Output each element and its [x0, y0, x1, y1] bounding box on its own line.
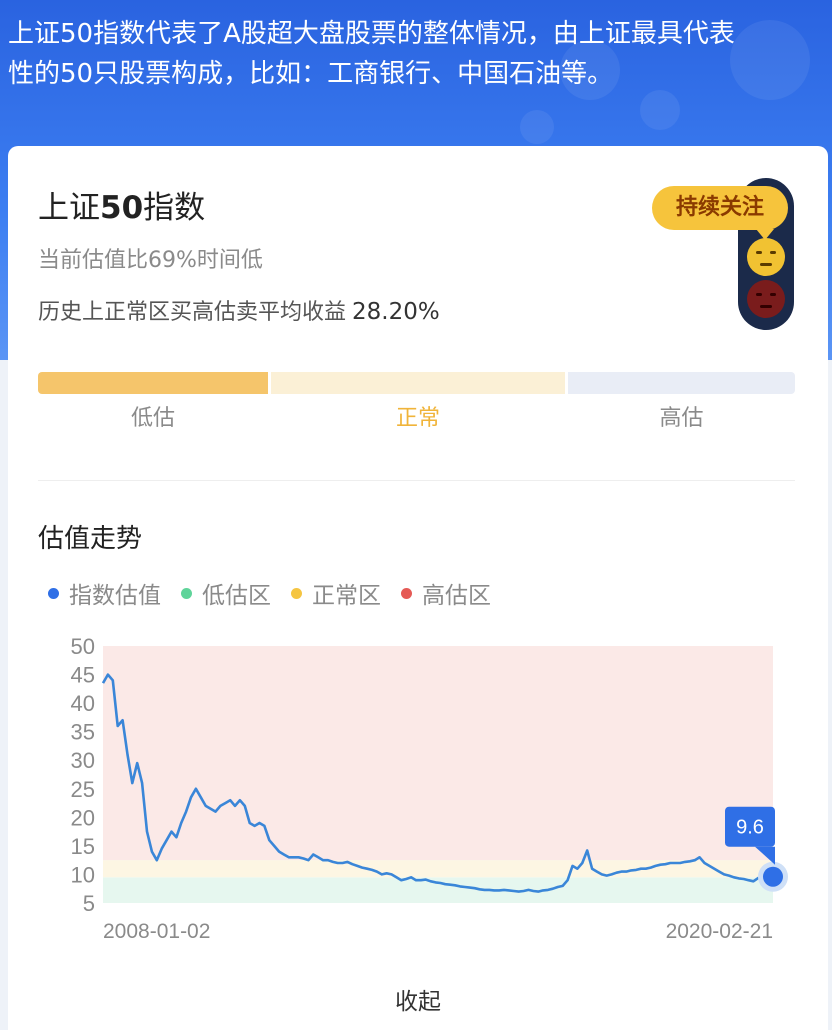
- legend-dot: [401, 587, 412, 599]
- y-tick-label: 15: [71, 834, 95, 859]
- neutral-face-icon: [747, 238, 785, 276]
- zone-band: [103, 877, 773, 903]
- legend-label: 低估区: [202, 583, 271, 609]
- divider: [38, 480, 795, 481]
- segment-normal-bar: [271, 372, 565, 394]
- status-tag: 持续关注: [652, 186, 788, 240]
- valuation-trend-chart: 5 10 15 20 25 30 35 40 45 50 9.6 2008-01-02 2020-…: [71, 634, 788, 943]
- trend-section-title: 估值走势: [38, 524, 143, 554]
- segment-normal-label: 正常: [395, 406, 440, 431]
- index-description: 上证50指数代表了A股超大盘股票的整体情况，由上证最具代表 性的50只股票构成，…: [8, 14, 818, 94]
- tooltip-value: 9.6: [736, 817, 764, 839]
- index-title: 上证50指数: [38, 182, 205, 227]
- segment-high-bar: [568, 372, 795, 394]
- segment-low-bar: [38, 372, 268, 394]
- x-start-label: 2008-01-02: [103, 920, 210, 943]
- last-point-marker[interactable]: [763, 866, 783, 887]
- legend-item-index[interactable]: 指数估值: [48, 576, 161, 610]
- legend-label: 高估区: [422, 583, 491, 609]
- y-tick-label: 40: [71, 691, 95, 716]
- legend-item-low[interactable]: 低估区: [181, 576, 271, 610]
- title-suffix: 指数: [143, 190, 206, 226]
- zone-band: [103, 646, 773, 861]
- y-tick-label: 45: [71, 663, 95, 688]
- legend-item-normal[interactable]: 正常区: [291, 576, 381, 610]
- description-line-1: 上证50指数代表了A股超大盘股票的整体情况，由上证最具代表: [8, 19, 735, 49]
- legend-dot: [48, 587, 59, 599]
- y-tick-label: 35: [71, 720, 95, 745]
- collapse-button[interactable]: 收起: [8, 982, 828, 1016]
- legend-dot: [291, 587, 302, 599]
- chart-legend: 指数估值 低估区 正常区 高估区: [48, 576, 511, 610]
- x-end-label: 2020-02-21: [666, 920, 773, 943]
- segment-high-label: 高估: [659, 406, 704, 431]
- legend-dot: [181, 587, 192, 599]
- y-tick-label: 50: [71, 634, 95, 659]
- angry-face-icon: [747, 280, 785, 318]
- y-tick-label: 30: [71, 748, 95, 773]
- y-tick-label: 25: [71, 777, 95, 802]
- average-return: 历史上正常区买高估卖平均收益 28.20%: [38, 294, 440, 326]
- average-return-value: 28.20%: [352, 299, 440, 325]
- valuation-percentile-text: 当前估值比69%时间低: [38, 248, 263, 273]
- y-tick-label: 10: [71, 862, 95, 887]
- segment-low-label: 低估: [130, 406, 175, 431]
- valuation-card: 上证50指数 当前估值比69%时间低 历史上正常区买高估卖平均收益 28.20% …: [8, 146, 828, 1030]
- legend-label: 正常区: [312, 583, 381, 609]
- average-return-label: 历史上正常区买高估卖平均收益: [38, 300, 347, 325]
- description-line-2: 性的50只股票构成，比如：工商银行、中国石油等。: [8, 59, 614, 89]
- y-tick-label: 5: [83, 891, 95, 916]
- title-prefix: 上证: [38, 190, 100, 226]
- legend-label: 指数估值: [69, 583, 161, 609]
- title-number: 50: [100, 190, 144, 226]
- y-tick-label: 20: [71, 805, 95, 830]
- legend-item-high[interactable]: 高估区: [401, 576, 491, 610]
